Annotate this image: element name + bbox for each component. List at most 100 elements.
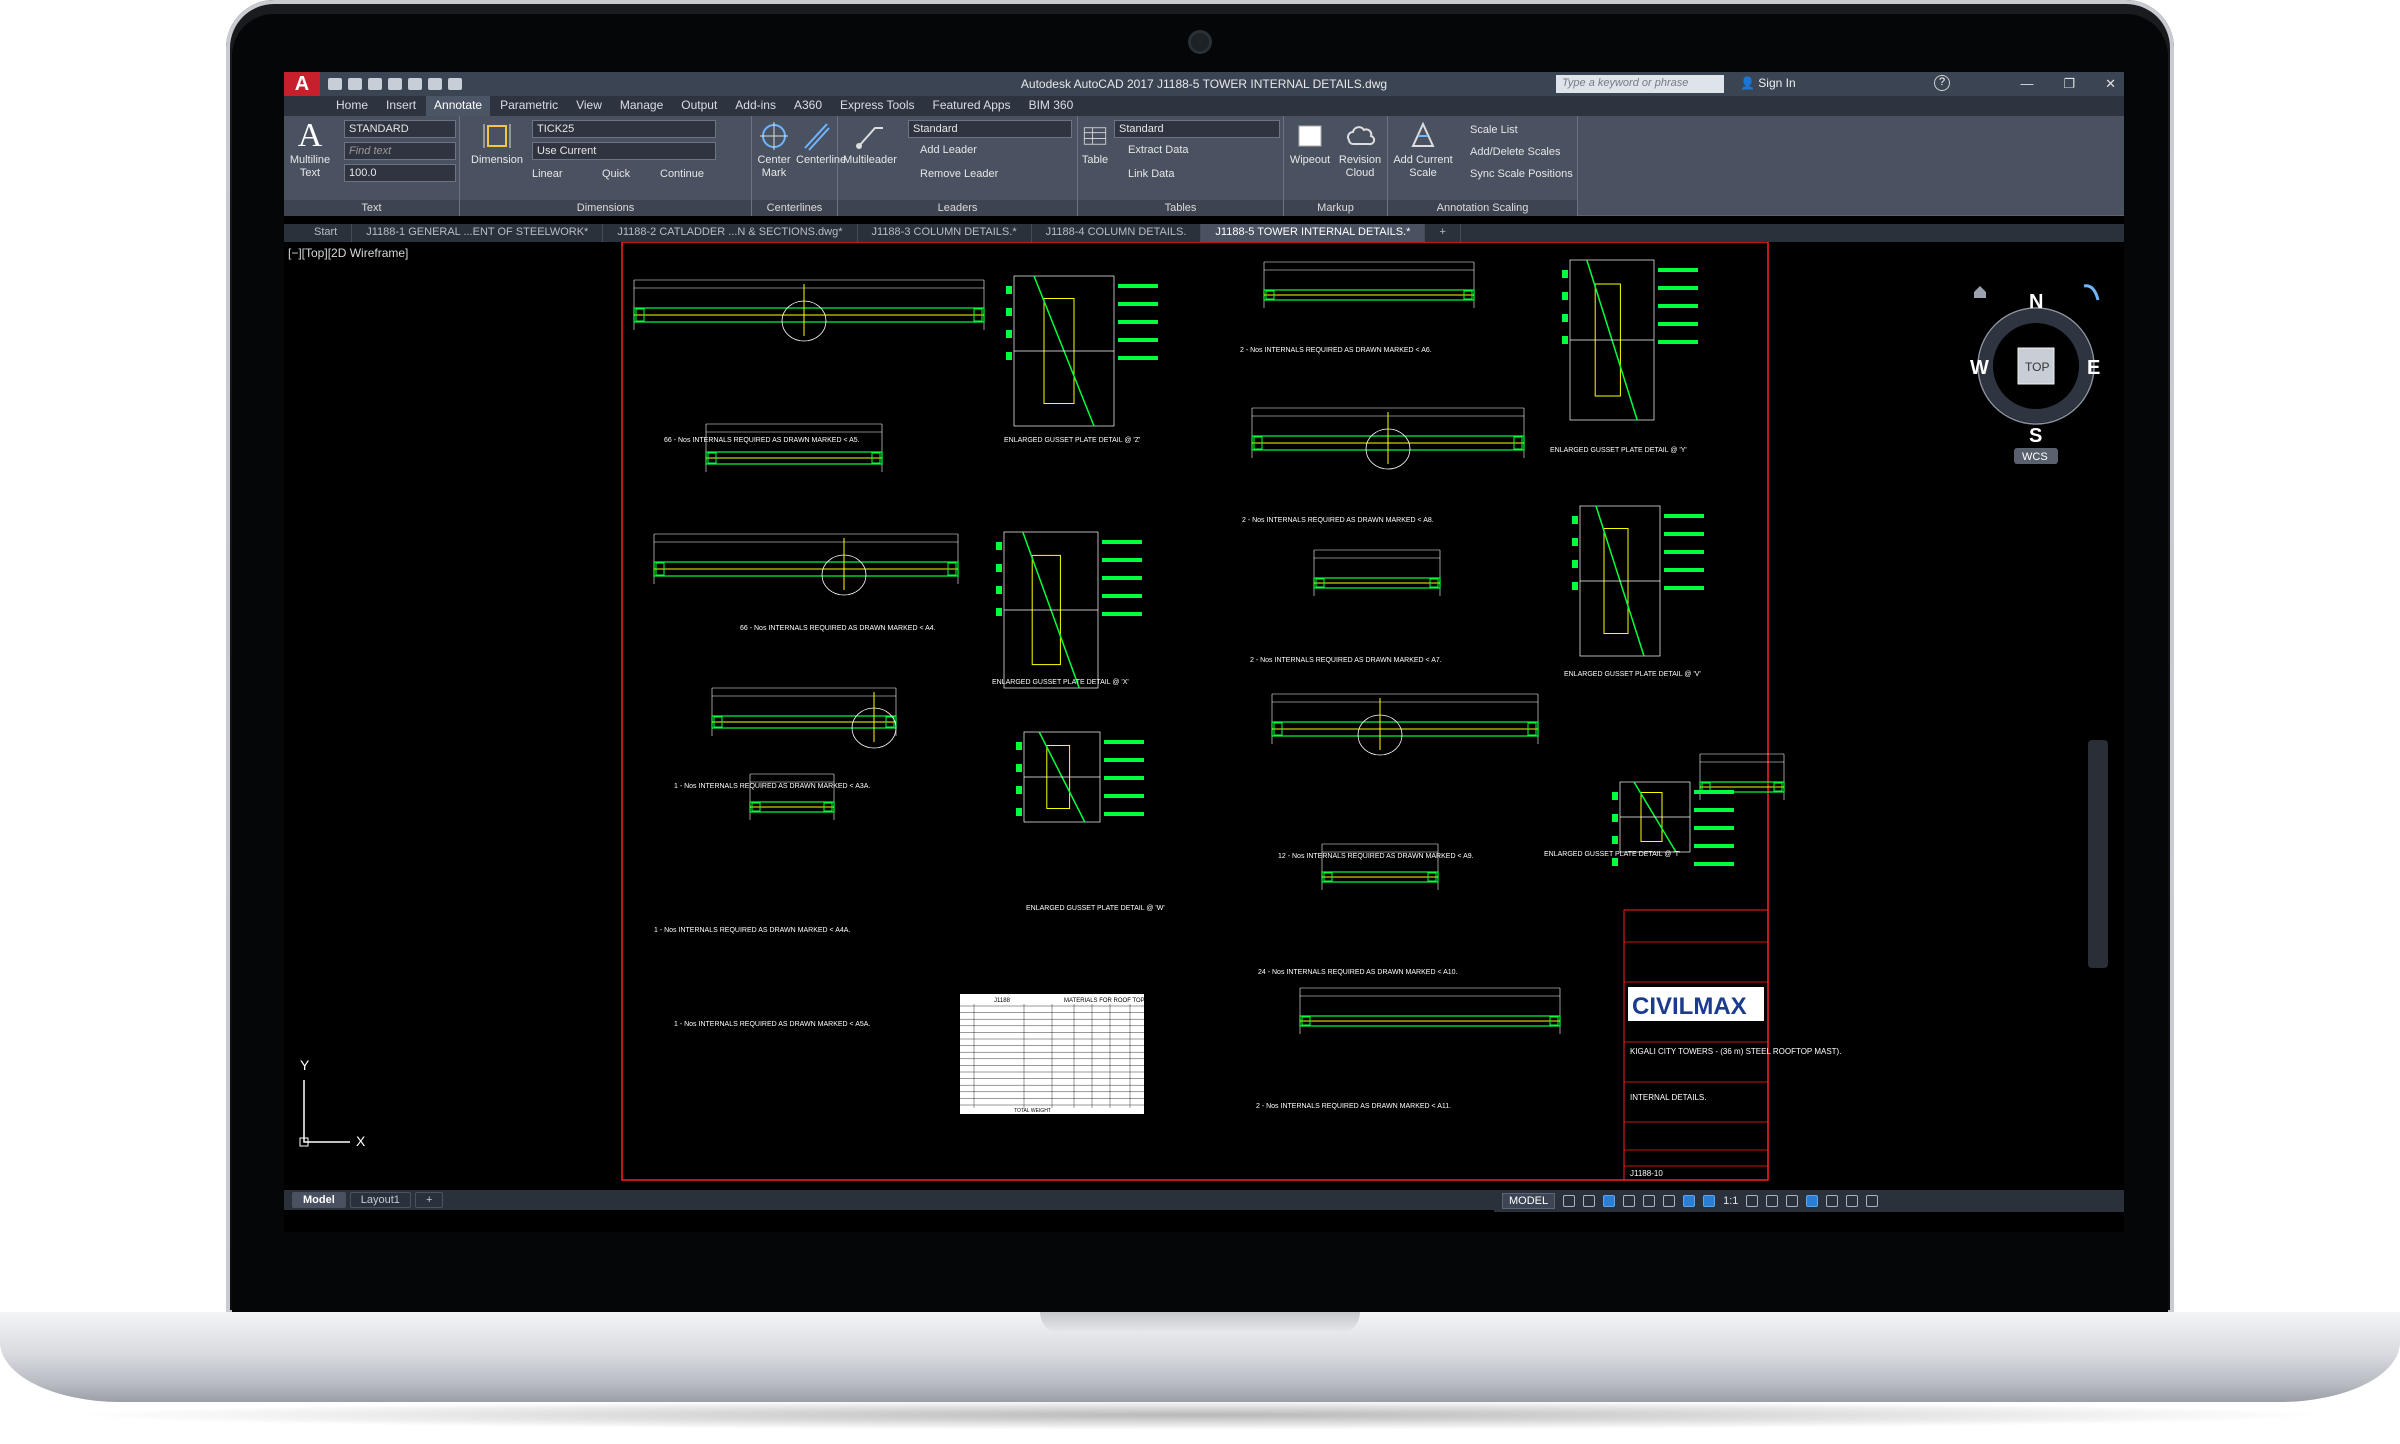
ribbon-tab-output[interactable]: Output (673, 96, 725, 116)
viewcube[interactable]: TOP N S E W WCS (1970, 284, 2100, 464)
add-layout-button[interactable]: + (414, 1192, 444, 1208)
center-mark-button[interactable]: Center Mark (754, 120, 794, 180)
dimension-button[interactable]: Dimension (470, 120, 524, 167)
add-delete-scales-button[interactable]: Add/Delete Scales (1470, 146, 1561, 158)
leaders-panel-label[interactable]: Leaders (838, 200, 1077, 216)
ribbon-tab-home[interactable]: Home (328, 96, 376, 116)
hardware-accel-icon[interactable] (1826, 1195, 1839, 1207)
drawing-canvas[interactable]: CIVILMAX KIGALI CITY TOWERS - (36 m) STE… (284, 242, 2124, 1190)
document-tab[interactable]: J1188-5 TOWER INTERNAL DETAILS.* (1201, 224, 1426, 242)
ribbon-tab-bim-360[interactable]: BIM 360 (1021, 96, 1082, 116)
document-tab[interactable]: J1188-4 COLUMN DETAILS. (1032, 224, 1202, 242)
save-icon[interactable] (368, 78, 382, 90)
link-data-button[interactable]: Link Data (1128, 168, 1174, 180)
print-icon[interactable] (408, 78, 422, 90)
redo-icon[interactable] (448, 78, 462, 90)
ribbon-tab-express-tools[interactable]: Express Tools (832, 96, 922, 116)
compass-south: S (2029, 425, 2042, 447)
navigation-bar[interactable] (2088, 740, 2108, 968)
document-tab[interactable]: J1188-1 GENERAL ...ENT OF STEELWORK* (352, 224, 604, 242)
ribbon-tab-view[interactable]: View (568, 96, 610, 116)
annotation-scale[interactable]: 1:1 (1723, 1195, 1738, 1207)
new-document-tab-button[interactable]: + (1425, 224, 1461, 242)
model-layout-tab[interactable]: Model (292, 1192, 346, 1208)
ortho-icon[interactable] (1603, 1195, 1616, 1207)
leader-style-select[interactable]: Standard (908, 120, 1072, 138)
centerlines-panel-label: Centerlines (752, 200, 837, 216)
units-icon[interactable] (1786, 1195, 1799, 1207)
save-as-icon[interactable] (388, 78, 402, 90)
revision-cloud-button[interactable]: Revision Cloud (1336, 120, 1384, 180)
ribbon-tab-annotate[interactable]: Annotate (426, 96, 491, 116)
add-leader-button[interactable]: Add Leader (920, 144, 977, 156)
autoscale-icon[interactable] (1703, 1195, 1716, 1207)
dim-layer-select[interactable]: Use Current (532, 142, 716, 160)
dim-style-select[interactable]: TICK25 (532, 120, 716, 138)
drawing-viewport[interactable]: [−][Top][2D Wireframe] CIVILMAX KIGALI C… (284, 242, 2124, 1190)
camera-icon (1188, 30, 1212, 54)
text-panel-label[interactable]: Text (284, 200, 459, 216)
continue-button[interactable]: Continue (660, 168, 704, 180)
help-button[interactable]: ? (1934, 75, 1950, 91)
annotation-monitor-icon[interactable] (1766, 1195, 1779, 1207)
multiline-text-button[interactable]: A Multiline Text (288, 119, 332, 180)
table-style-select[interactable]: Standard (1114, 120, 1280, 138)
isolate-objects-icon[interactable] (1806, 1195, 1819, 1207)
member-detail (633, 279, 985, 342)
ribbon-tab-manage[interactable]: Manage (612, 96, 671, 116)
model-space-button[interactable]: MODEL (1502, 1193, 1556, 1209)
viewcube-top: TOP (2025, 360, 2049, 374)
multileader-button[interactable]: Multileader (842, 120, 898, 167)
document-tabs: Start J1188-1 GENERAL ...ENT OF STEELWORK… (284, 224, 2124, 242)
minimize-icon[interactable]: — (2020, 76, 2033, 92)
ribbon-tab-parametric[interactable]: Parametric (492, 96, 566, 116)
ribbon-tab-add-ins[interactable]: Add-ins (727, 96, 784, 116)
document-tab[interactable]: J1188-3 COLUMN DETAILS.* (858, 224, 1032, 242)
table-button[interactable]: Table (1080, 120, 1110, 167)
find-text-input[interactable]: Find text (344, 142, 456, 160)
restore-icon[interactable]: ❐ (2063, 76, 2075, 92)
close-icon[interactable]: ✕ (2105, 76, 2116, 92)
open-icon[interactable] (348, 78, 362, 90)
wipeout-button[interactable]: Wipeout (1288, 120, 1332, 167)
clean-screen-icon[interactable] (1846, 1195, 1859, 1207)
multileader-icon (856, 127, 883, 149)
centerline-button[interactable]: Centerline (796, 120, 846, 167)
workspace-gear-icon[interactable] (1746, 1195, 1759, 1207)
add-current-scale-button[interactable]: Add Current Scale (1392, 120, 1454, 180)
remove-leader-button[interactable]: Remove Leader (920, 168, 998, 180)
sync-scale-positions-button[interactable]: Sync Scale Positions (1470, 168, 1573, 180)
text-height-input[interactable]: 100.0 (344, 164, 456, 182)
customize-menu-icon[interactable] (1866, 1195, 1879, 1207)
detail-caption: 66 - Nos INTERNALS REQUIRED AS DRAWN MAR… (740, 625, 936, 632)
centerlines-panel: Center Mark Centerline Centerlines (752, 116, 846, 216)
new-icon[interactable] (328, 78, 342, 90)
scale-list-button[interactable]: Scale List (1470, 124, 1518, 136)
osnap-icon[interactable] (1643, 1195, 1656, 1207)
polar-icon[interactable] (1623, 1195, 1636, 1207)
revision-cloud-label: Revision Cloud (1338, 154, 1382, 179)
undo-icon[interactable] (428, 78, 442, 90)
quick-button[interactable]: Quick (602, 168, 630, 180)
dimensions-panel-label[interactable]: Dimensions (460, 200, 751, 216)
document-tab[interactable]: J1188-2 CATLADDER ...N & SECTIONS.dwg* (603, 224, 858, 242)
text-style-select[interactable]: STANDARD (344, 120, 456, 138)
layout1-tab[interactable]: Layout1 (349, 1192, 411, 1208)
quick-access-toolbar (320, 78, 462, 90)
document-tab[interactable]: Start (300, 224, 353, 242)
help-search-input[interactable]: Type a keyword or phrase (1556, 75, 1724, 93)
ribbon-tab-insert[interactable]: Insert (378, 96, 424, 116)
ribbon-tab-a360[interactable]: A360 (786, 96, 830, 116)
leaders-panel: Multileader Standard Add Leader Remove L… (838, 116, 1078, 216)
autocad-window: A Autodesk AutoCAD 2017 J1188-5 TOWER IN… (284, 72, 2124, 1232)
linear-button[interactable]: Linear (532, 168, 563, 180)
grid-icon[interactable] (1563, 1195, 1576, 1207)
annotation-visibility-icon[interactable] (1683, 1195, 1696, 1207)
markup-panel-label[interactable]: Markup (1284, 200, 1387, 216)
application-menu-button[interactable]: A (284, 72, 320, 96)
sign-in-button[interactable]: 👤 Sign In (1740, 76, 1796, 90)
otrack-icon[interactable] (1663, 1195, 1676, 1207)
snap-icon[interactable] (1583, 1195, 1596, 1207)
extract-data-button[interactable]: Extract Data (1128, 144, 1189, 156)
ribbon-tab-featured-apps[interactable]: Featured Apps (925, 96, 1019, 116)
